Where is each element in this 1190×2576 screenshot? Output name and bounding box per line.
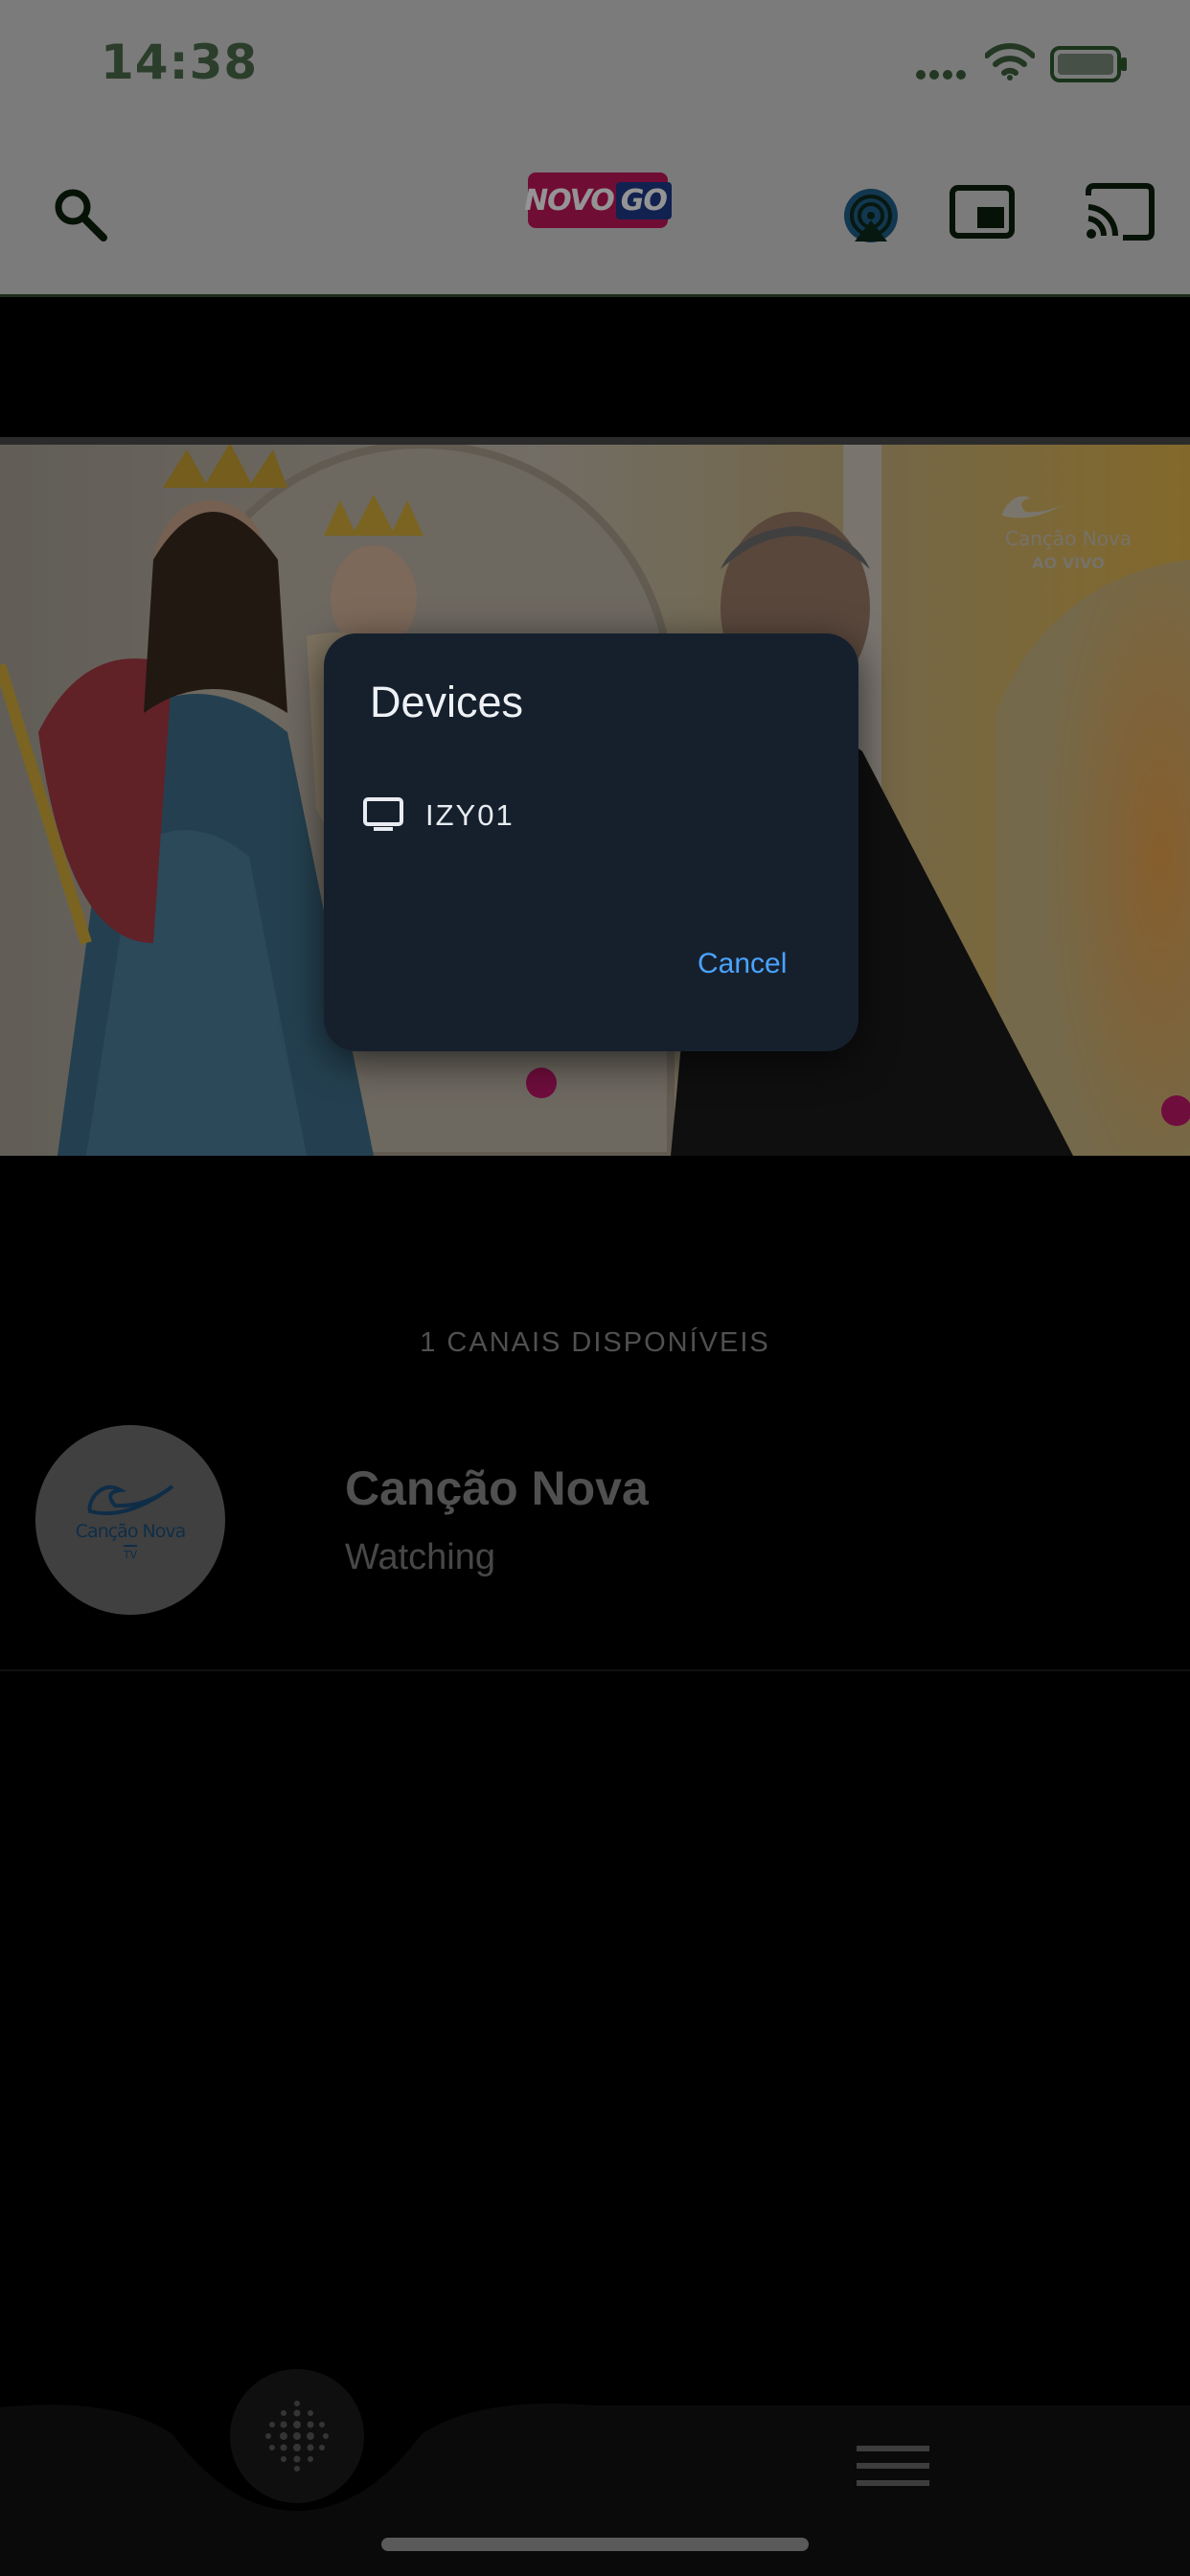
dialog-title: Devices xyxy=(370,678,524,726)
device-name: IZY01 xyxy=(425,798,515,832)
tv-icon xyxy=(363,797,403,831)
device-item[interactable]: IZY01 xyxy=(362,787,822,850)
modal-backdrop[interactable] xyxy=(0,0,1190,2576)
app-screen: 14:38 NOVO GO Canção Nova AO VIVO 1 CANA… xyxy=(0,0,1190,2576)
devices-dialog: Devices IZY01 Cancel xyxy=(324,633,858,1051)
home-indicator[interactable] xyxy=(381,2538,809,2551)
cancel-button[interactable]: Cancel xyxy=(698,948,832,1000)
